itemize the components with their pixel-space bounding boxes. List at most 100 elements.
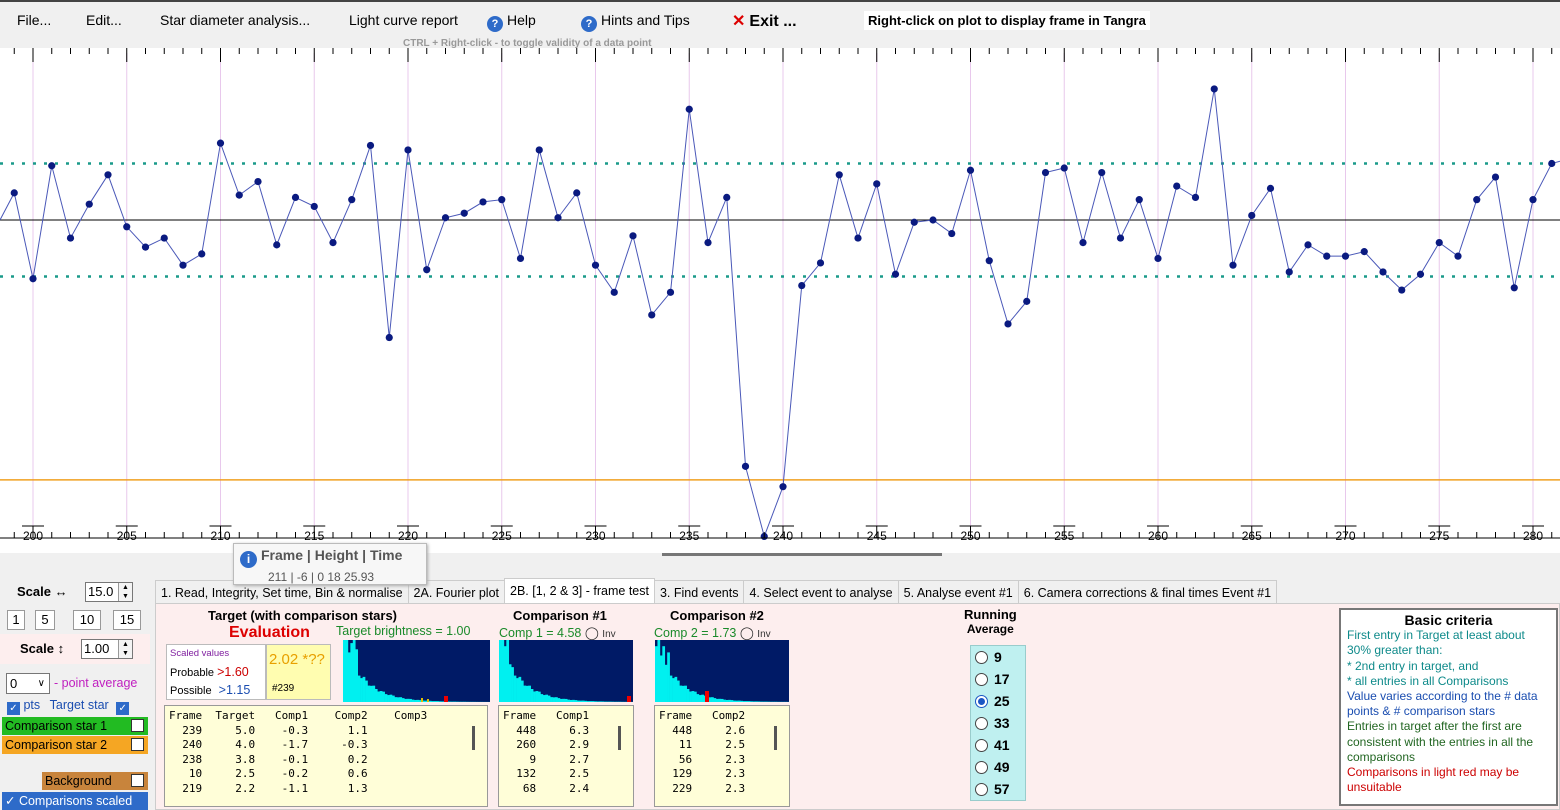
running-option[interactable]: 25 — [971, 690, 1025, 712]
radio-selected-icon[interactable] — [975, 695, 988, 708]
comparison-star-2-label: Comparison star 2 — [5, 738, 108, 752]
comparison-star-2-checkbox[interactable] — [131, 738, 144, 751]
running-option-label: 25 — [994, 693, 1010, 709]
histogram-bar — [745, 701, 748, 702]
data-point — [385, 333, 393, 342]
scale-h-spinner[interactable]: 15.0 ▲ ▼ — [85, 582, 133, 602]
spinner-arrows-icon[interactable]: ▲ ▼ — [118, 640, 132, 658]
menu-light-curve-report[interactable]: Light curve report — [349, 12, 458, 28]
histogram-bar — [698, 695, 702, 702]
right-click-hint: Right-click on plot to display frame in … — [864, 11, 1150, 30]
x-tick-label: 210 — [210, 529, 230, 543]
histogram-bar — [679, 685, 683, 702]
x-tick-label: 280 — [1523, 529, 1543, 543]
scale-button-1[interactable]: 1 — [7, 610, 25, 630]
histogram-bar — [547, 695, 551, 702]
data-point — [104, 171, 112, 179]
running-option[interactable]: 49 — [971, 756, 1025, 778]
menu-exit[interactable]: ✕ Exit ... — [732, 11, 797, 31]
histogram-bar — [533, 691, 536, 702]
data-point — [179, 261, 187, 269]
data-point — [1341, 252, 1350, 260]
tab-analyse-event[interactable]: 5. Analyse event #1 — [897, 580, 1019, 604]
menu-hints[interactable]: ? Hints and Tips — [581, 12, 690, 32]
tab-select-event[interactable]: 4. Select event to analyse — [743, 580, 899, 604]
radio-icon[interactable] — [975, 761, 988, 774]
scale-button-10[interactable]: 10 — [73, 610, 101, 630]
histogram-bar — [431, 701, 434, 702]
table-scrollbar[interactable] — [472, 726, 475, 750]
data-point — [1435, 239, 1443, 247]
radio-icon[interactable] — [975, 651, 988, 664]
table-scrollbar[interactable] — [774, 726, 777, 750]
possible-value: >1.15 — [218, 683, 251, 697]
tab-find-events[interactable]: 3. Find events — [653, 580, 745, 604]
histogram-bar — [696, 694, 700, 702]
histogram-bar — [659, 655, 663, 702]
criteria-line-5: Entries in target after the first are co… — [1347, 719, 1534, 764]
histogram-bar — [377, 691, 381, 702]
radio-icon[interactable] — [975, 717, 988, 730]
comparisons-scaled-label: Comparisons scaled — [18, 794, 133, 808]
plot-scrollbar[interactable] — [662, 553, 942, 556]
table-scrollbar[interactable] — [618, 726, 621, 750]
histogram-bar — [723, 699, 726, 702]
histogram-bar — [379, 691, 383, 702]
inv-2-radio[interactable]: ◯ — [740, 626, 757, 640]
background-checkbox[interactable] — [131, 774, 144, 787]
target-histogram — [343, 640, 490, 702]
comparison-star-1-checkbox[interactable] — [131, 719, 144, 732]
light-curve-svg[interactable]: 200 205 210 215 220 225 230 235 240 245 250 255 260 2… — [0, 48, 1560, 553]
menu-edit[interactable]: Edit... — [86, 12, 122, 28]
data-point — [1491, 173, 1500, 181]
running-option[interactable]: 9 — [971, 646, 1025, 668]
data-point — [254, 177, 262, 186]
histogram-bar — [584, 700, 588, 702]
tab-frame-test[interactable]: 2B. [1, 2 & 3] - frame test — [504, 578, 655, 604]
scale-button-5[interactable]: 5 — [35, 610, 55, 630]
inv-1-radio[interactable]: ◯ — [585, 626, 602, 640]
menu-file[interactable]: File... — [17, 12, 51, 28]
scale-v-spinner[interactable]: 1.00 ▲ ▼ — [81, 639, 133, 659]
data-point — [1454, 252, 1462, 260]
radio-icon[interactable] — [975, 673, 988, 686]
background-row: Background — [42, 772, 148, 790]
target-table-header: Frame Target Comp1 Comp2 Comp3 — [169, 709, 428, 722]
histogram-bar — [506, 640, 510, 702]
x-tick-label: 215 — [304, 529, 324, 543]
running-option[interactable]: 17 — [971, 668, 1025, 690]
point-average-select[interactable]: 0 ∨ — [6, 673, 50, 694]
tab-camera-corrections[interactable]: 6. Camera corrections & final times Even… — [1017, 580, 1278, 604]
histogram-bar — [396, 697, 400, 702]
menu-star-diameter[interactable]: Star diameter analysis... — [160, 12, 310, 28]
histogram-bar — [715, 698, 719, 702]
menu-help[interactable]: ? Help — [487, 12, 536, 32]
data-point — [1323, 252, 1331, 260]
data-point — [1041, 168, 1050, 177]
criteria-line-4: Value varies according to the # data poi… — [1347, 689, 1538, 719]
histogram-bar — [686, 688, 690, 702]
comparisons-scaled-row[interactable]: ✓ Comparisons scaled — [2, 792, 148, 810]
scale-button-15[interactable]: 15 — [113, 610, 141, 630]
data-point — [1229, 261, 1237, 269]
pts-checkbox[interactable]: ✓ — [7, 702, 20, 715]
data-point — [648, 311, 656, 319]
running-option[interactable]: 57 — [971, 778, 1025, 800]
light-curve-plot[interactable]: 200 205 210 215 220 225 230 235 240 245 250 255 260 2… — [0, 48, 1560, 553]
x-tick-label: 205 — [117, 529, 137, 543]
radio-icon[interactable] — [975, 783, 988, 796]
histogram-bar — [564, 698, 568, 702]
criteria-line-3: * all entries in all Comparisons — [1347, 673, 1509, 688]
spinner-arrows-icon[interactable]: ▲ ▼ — [118, 583, 132, 601]
x-tick-label: 260 — [1148, 529, 1168, 543]
target-star-checkbox[interactable]: ✓ — [116, 702, 130, 715]
comparison-1-value: Comp 1 = 4.58 ◯ Inv — [499, 625, 616, 640]
histogram-bar — [355, 649, 358, 702]
running-option[interactable]: 33 — [971, 712, 1025, 734]
x-tick-label: 255 — [1054, 529, 1074, 543]
running-option[interactable]: 41 — [971, 734, 1025, 756]
data-point — [1379, 268, 1387, 276]
radio-icon[interactable] — [975, 739, 988, 752]
comparison-2-histogram — [655, 640, 789, 702]
target-star-label: Target star — [49, 698, 109, 712]
